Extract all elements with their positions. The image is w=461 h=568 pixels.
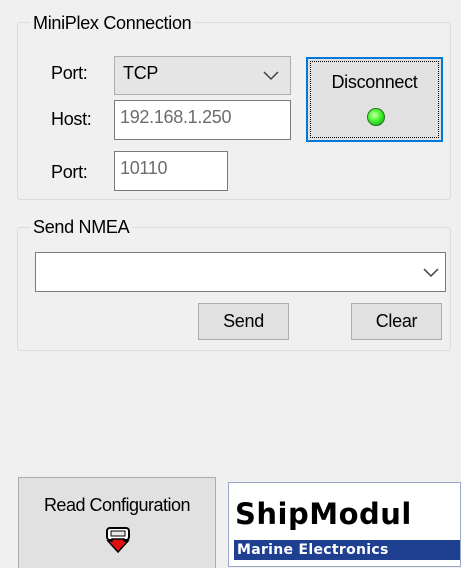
disconnect-label: Disconnect xyxy=(331,72,418,92)
chevron-down-icon xyxy=(263,71,279,81)
send-nmea-title: Send NMEA xyxy=(30,216,133,238)
miniplex-connection-title: MiniPlex Connection xyxy=(30,12,195,34)
port-number-input[interactable]: 10110 xyxy=(114,151,228,191)
download-arrow-icon xyxy=(106,527,130,553)
logo-brand-text: ShipModul xyxy=(235,497,412,531)
host-value: 192.168.1.250 xyxy=(120,107,232,127)
read-configuration-button[interactable]: Read Configuration xyxy=(18,477,216,568)
shipmodul-logo: ShipModul Marine Electronics xyxy=(228,482,461,567)
host-label: Host: xyxy=(51,109,92,129)
port-number-value: 10110 xyxy=(120,158,168,178)
disconnect-button[interactable]: Disconnect xyxy=(306,57,443,142)
port-type-select[interactable]: TCP xyxy=(114,56,291,95)
read-configuration-label: Read Configuration xyxy=(43,495,191,515)
connection-status-led-icon xyxy=(367,108,385,126)
send-label: Send xyxy=(223,311,264,331)
port-type-value: TCP xyxy=(123,63,159,83)
logo-tagline-text: Marine Electronics xyxy=(237,542,389,558)
chevron-down-icon xyxy=(423,268,439,278)
send-button[interactable]: Send xyxy=(198,303,289,340)
host-input[interactable]: 192.168.1.250 xyxy=(114,100,291,140)
clear-button[interactable]: Clear xyxy=(351,303,442,340)
port-number-label: Port: xyxy=(51,162,88,182)
clear-label: Clear xyxy=(375,311,418,331)
port-type-label: Port: xyxy=(51,63,88,83)
nmea-sentence-combo[interactable] xyxy=(35,252,446,292)
